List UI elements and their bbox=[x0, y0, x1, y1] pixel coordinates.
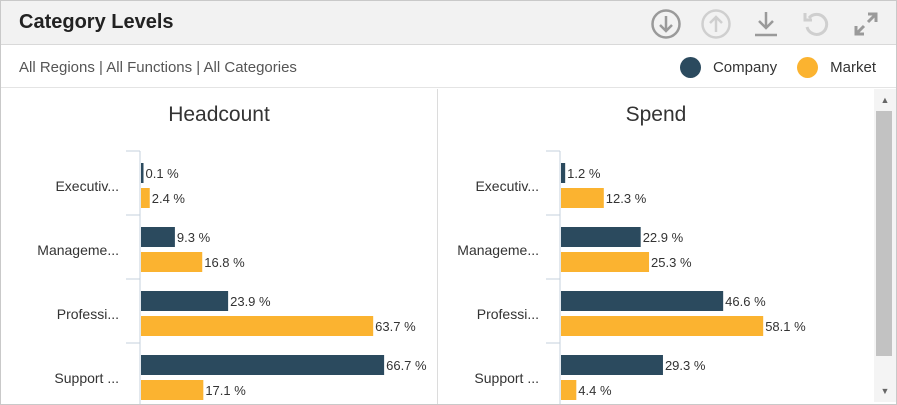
bar-company[interactable] bbox=[141, 355, 385, 375]
category-label: Executiv... bbox=[55, 178, 119, 194]
data-label: 4.4 % bbox=[578, 383, 612, 398]
bar-company[interactable] bbox=[561, 291, 724, 311]
drill-down-button[interactable] bbox=[644, 7, 688, 41]
bar-market[interactable] bbox=[141, 188, 150, 208]
filter-bar: All Regions | All Functions | All Catego… bbox=[1, 46, 896, 88]
bar-market[interactable] bbox=[141, 380, 204, 400]
legend-item-market[interactable]: Market bbox=[797, 57, 876, 78]
scroll-up-arrow[interactable]: ▲ bbox=[874, 91, 896, 109]
category-levels-widget: Category Levels All Regions | All Functi… bbox=[0, 0, 897, 405]
legend-label-market: Market bbox=[830, 59, 876, 76]
data-label: 66.7 % bbox=[386, 358, 427, 373]
data-label: 23.9 % bbox=[230, 294, 271, 309]
category-label: Manageme... bbox=[37, 242, 119, 258]
reset-button[interactable] bbox=[794, 7, 838, 41]
data-label: 9.3 % bbox=[177, 230, 211, 245]
widget-header: Category Levels bbox=[1, 1, 896, 45]
headcount-chart: Executiv... 0.1 % 2.4 % Manageme... 9.3 % 16.… bbox=[37, 150, 427, 404]
spend-panel: Spend Executiv... 1.2 % 12.3 % Manageme... 2… bbox=[439, 89, 873, 404]
bar-market[interactable] bbox=[561, 380, 577, 400]
bar-market[interactable] bbox=[141, 252, 203, 272]
widget-title: Category Levels bbox=[19, 11, 174, 33]
bar-company[interactable] bbox=[561, 163, 566, 183]
data-label: 46.6 % bbox=[725, 294, 766, 309]
data-label: 0.1 % bbox=[146, 166, 180, 181]
scroll-thumb[interactable] bbox=[876, 111, 892, 356]
data-label: 58.1 % bbox=[765, 319, 806, 334]
data-label: 12.3 % bbox=[606, 191, 647, 206]
bar-market[interactable] bbox=[561, 316, 764, 336]
download-icon bbox=[755, 12, 777, 37]
headcount-panel: Headcount Executiv... 0.1 % 2.4 % Manageme.… bbox=[1, 89, 438, 404]
vertical-scrollbar[interactable]: ▲ ▼ bbox=[874, 89, 896, 402]
legend: Company Market bbox=[660, 57, 876, 78]
category-label: Professi... bbox=[57, 306, 119, 322]
filter-summary[interactable]: All Regions | All Functions | All Catego… bbox=[19, 59, 297, 76]
drill-up-button[interactable] bbox=[694, 7, 738, 41]
data-label: 16.8 % bbox=[204, 255, 245, 270]
legend-label-company: Company bbox=[712, 59, 778, 76]
data-label: 17.1 % bbox=[205, 383, 246, 398]
charts-area: Headcount Executiv... 0.1 % 2.4 % Manageme.… bbox=[1, 89, 896, 404]
data-label: 25.3 % bbox=[651, 255, 692, 270]
download-button[interactable] bbox=[744, 7, 788, 41]
bar-company[interactable] bbox=[561, 227, 641, 247]
data-label: 1.2 % bbox=[567, 166, 601, 181]
bar-market[interactable] bbox=[141, 316, 374, 336]
data-label: 2.4 % bbox=[152, 191, 186, 206]
reset-icon bbox=[803, 12, 829, 36]
bar-company[interactable] bbox=[141, 227, 175, 247]
category-label: Professi... bbox=[477, 306, 539, 322]
data-label: 22.9 % bbox=[643, 230, 684, 245]
bar-company[interactable] bbox=[141, 163, 144, 183]
scroll-down-arrow[interactable]: ▼ bbox=[874, 382, 896, 400]
spend-chart: Executiv... 1.2 % 12.3 % Manageme... 22.9 % 2… bbox=[457, 150, 806, 404]
bar-market[interactable] bbox=[561, 188, 604, 208]
expand-icon bbox=[854, 12, 878, 36]
bar-company[interactable] bbox=[561, 355, 663, 375]
category-label: Executiv... bbox=[475, 178, 539, 194]
drill-up-icon bbox=[701, 9, 731, 39]
legend-item-company[interactable]: Company bbox=[679, 57, 778, 78]
legend-dot-company bbox=[679, 57, 701, 78]
data-label: 29.3 % bbox=[665, 358, 706, 373]
category-label: Manageme... bbox=[457, 242, 539, 258]
legend-dot-market bbox=[797, 57, 819, 78]
bar-company[interactable] bbox=[141, 291, 229, 311]
expand-button[interactable] bbox=[844, 7, 888, 41]
drill-down-icon bbox=[651, 9, 681, 39]
category-label: Support ... bbox=[474, 370, 539, 386]
toolbar bbox=[644, 7, 888, 41]
data-label: 63.7 % bbox=[375, 319, 416, 334]
category-label: Support ... bbox=[54, 370, 119, 386]
bar-market[interactable] bbox=[561, 252, 650, 272]
